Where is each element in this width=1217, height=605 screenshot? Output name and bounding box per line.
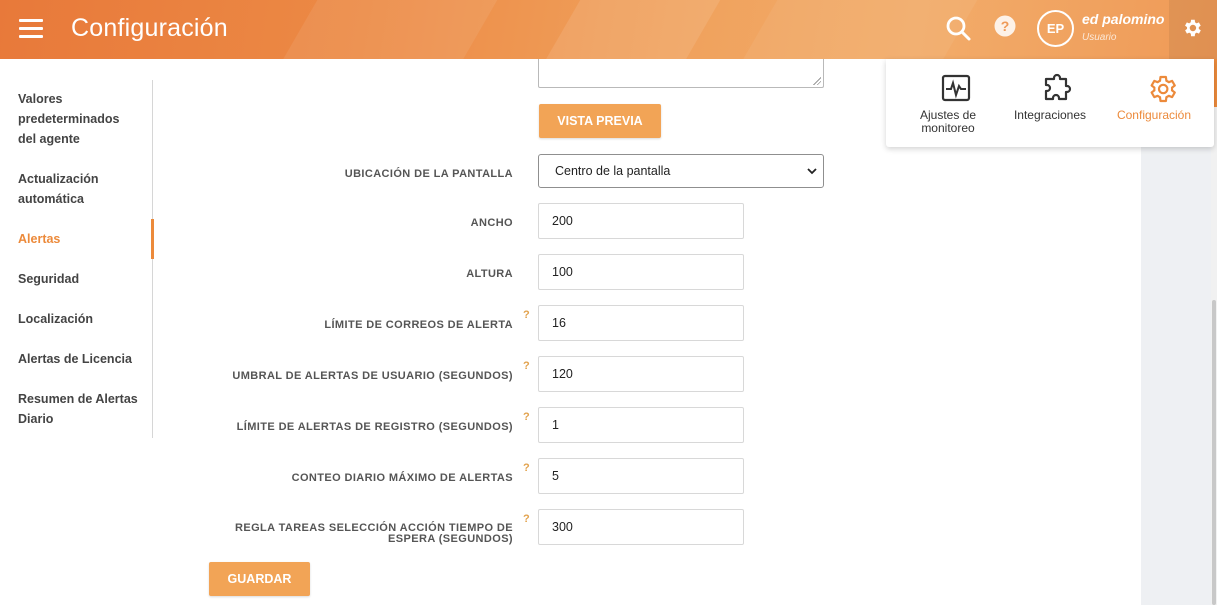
sidebar-item-label: automática <box>18 192 84 206</box>
sidebar-item-label: predeterminados <box>18 112 120 126</box>
menu-item-integrations[interactable]: Integraciones <box>998 59 1102 147</box>
email-limit-input[interactable]: 16 <box>538 305 744 341</box>
app-header: Configuración ? EP ed palomino Usuario <box>0 0 1217 59</box>
height-input[interactable]: 100 <box>538 254 744 290</box>
task-rule-label: REGLA TAREAS SELECCIÓN ACCIÓN TIEMPO DE … <box>153 523 513 545</box>
daily-max-label: CONTEO DIARIO MÁXIMO DE ALERTAS <box>291 472 513 484</box>
scrollbar-thumb[interactable] <box>1212 300 1216 605</box>
page-title: Configuración <box>71 14 228 42</box>
settings-button[interactable] <box>1169 0 1217 59</box>
user-threshold-help-icon[interactable]: ? <box>523 360 530 372</box>
monitor-pulse-icon <box>941 74 971 102</box>
sidebar-item-label: Localización <box>18 312 94 326</box>
chevron-down-icon <box>807 168 817 175</box>
save-button[interactable]: GUARDAR <box>209 562 310 596</box>
alert-message-textarea[interactable] <box>538 59 824 88</box>
svg-text:?: ? <box>1001 18 1010 34</box>
log-limit-label: LÍMITE DE ALERTAS DE REGISTRO (SEGUNDOS) <box>236 421 513 433</box>
menu-item-monitoring-settings[interactable]: Ajustes de monitoreo <box>896 59 1000 147</box>
width-label: ANCHO <box>470 217 513 229</box>
sidebar-item-license-alerts[interactable]: Alertas de Licencia <box>18 349 148 369</box>
hamburger-menu-icon[interactable] <box>19 19 43 39</box>
height-label: ALTURA <box>466 268 513 280</box>
gear-icon <box>1185 19 1201 37</box>
email-limit-label: LÍMITE DE CORREOS DE ALERTA <box>324 319 513 331</box>
sidebar-item-label: Actualización <box>18 172 99 186</box>
menu-item-configuration[interactable]: Configuración <box>1102 59 1206 147</box>
menu-item-label: Configuración <box>1116 108 1192 122</box>
sidebar-item-label: Diario <box>18 412 54 426</box>
sidebar-item-label: Seguridad <box>18 272 80 286</box>
menu-item-label: Ajustes de <box>919 108 977 122</box>
task-rule-help-icon[interactable]: ? <box>523 513 530 525</box>
sidebar-item-label: del agente <box>18 132 80 146</box>
sidebar-item-auto-update[interactable]: Actualización automática <box>18 169 148 209</box>
screen-location-select[interactable]: Centro de la pantalla <box>538 154 824 188</box>
task-rule-label-line: ESPERA (SEGUNDOS) <box>388 533 513 545</box>
width-input[interactable]: 200 <box>538 203 744 239</box>
preview-button[interactable]: VISTA PREVIA <box>539 104 661 138</box>
sidebar-item-daily-summary[interactable]: Resumen de Alertas Diario <box>18 389 148 429</box>
screen-location-label: UBICACIÓN DE LA PANTALLA <box>344 168 513 180</box>
user-threshold-label: UMBRAL DE ALERTAS DE USUARIO (SEGUNDOS) <box>232 370 513 382</box>
sidebar-item-agent-defaults[interactable]: Valores predeterminados del agente <box>18 89 148 149</box>
screen-location-value: Centro de la pantalla <box>555 164 671 178</box>
sidebar-item-label: Alertas de Licencia <box>18 352 132 366</box>
sidebar-item-localization[interactable]: Localización <box>18 309 148 329</box>
settings-menu: Ajustes de monitoreo Integraciones Confi… <box>886 59 1214 147</box>
avatar[interactable]: EP <box>1037 10 1074 47</box>
daily-max-input[interactable]: 5 <box>538 458 744 494</box>
gear-icon <box>1150 75 1176 103</box>
sidebar-item-security[interactable]: Seguridad <box>18 269 148 289</box>
sidebar-item-alerts[interactable]: Alertas <box>18 229 148 249</box>
user-role: Usuario <box>1082 32 1117 43</box>
sidebar-item-label: Resumen de Alertas <box>18 392 138 406</box>
search-icon[interactable] <box>944 14 972 42</box>
sidebar-active-indicator <box>151 219 154 259</box>
sidebar-item-label: Valores <box>18 92 63 106</box>
menu-item-label: Integraciones <box>1013 108 1087 122</box>
sidebar-item-label: Alertas <box>18 232 61 246</box>
puzzle-icon <box>1044 73 1072 101</box>
menu-item-label: monitoreo <box>921 121 975 135</box>
user-name: ed palomino <box>1082 11 1165 27</box>
resize-grip-icon[interactable] <box>813 77 821 85</box>
task-rule-input[interactable]: 300 <box>538 509 744 545</box>
help-icon[interactable]: ? <box>991 14 1019 42</box>
user-threshold-input[interactable]: 120 <box>538 356 744 392</box>
log-limit-input[interactable]: 1 <box>538 407 744 443</box>
log-limit-help-icon[interactable]: ? <box>523 411 530 423</box>
email-limit-help-icon[interactable]: ? <box>523 309 530 321</box>
sidebar-divider <box>152 80 153 438</box>
daily-max-help-icon[interactable]: ? <box>523 462 530 474</box>
